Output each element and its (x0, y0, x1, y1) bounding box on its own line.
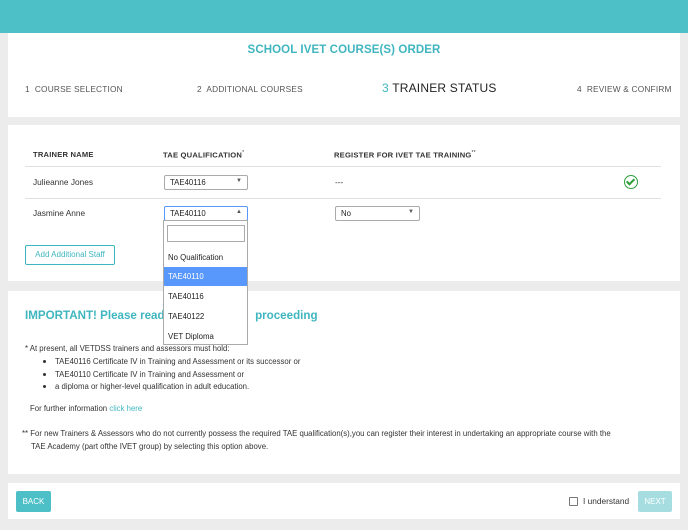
next-button[interactable]: NEXT (638, 491, 672, 512)
col-header-tae-qualification: TAE QUALIFICATION* (163, 150, 244, 160)
col-header-label: TAE QUALIFICATION (163, 150, 243, 160)
dropdown-option[interactable]: TAE40116 (164, 287, 247, 306)
select-value: TAE40116 (170, 178, 206, 187)
requirement-item: TAE40116 Certificate IV in Training and … (42, 357, 301, 366)
click-here-link[interactable]: click here (109, 404, 142, 413)
top-bar (0, 0, 688, 33)
tae-qualification-select[interactable]: TAE40110 ▲ (164, 206, 248, 221)
register-select[interactable]: No ▼ (335, 206, 420, 221)
trainer-name: Jasmine Anne (33, 208, 86, 218)
check-circle-icon (624, 175, 638, 189)
dropdown-option[interactable]: TAE40110 (164, 267, 247, 286)
trainer-table-card: TRAINER NAME TAE QUALIFICATION* REGISTER… (8, 125, 680, 281)
important-info-card: IMPORTANT! Please read proceeding * At p… (8, 291, 680, 474)
caret-up-icon: ▲ (236, 209, 242, 215)
tae-qualification-dropdown: No Qualification TAE40110 TAE40116 TAE40… (163, 220, 248, 345)
page-title: SCHOOL IVET COURSE(S) ORDER (247, 44, 441, 56)
understand-label[interactable]: I understand (583, 496, 629, 506)
footnote-mark: * (242, 150, 245, 156)
dropdown-search-input[interactable] (167, 225, 245, 242)
requirement-item: TAE40110 Certificate IV in Training and … (42, 370, 245, 379)
back-button[interactable]: BACK (16, 491, 51, 512)
step-number: 1 (25, 84, 30, 94)
dropdown-option[interactable]: TAE40122 (164, 307, 247, 326)
step-additional-courses[interactable]: 2 ADDITIONAL COURSES (197, 84, 303, 94)
step-label: ADDITIONAL COURSES (206, 84, 303, 94)
dropdown-option[interactable]: No Qualification (164, 248, 247, 267)
caret-down-icon: ▼ (408, 209, 414, 215)
important-title-start: IMPORTANT! Please read (25, 309, 165, 322)
step-label: TRAINER STATUS (392, 81, 497, 95)
register-value: --- (335, 177, 344, 187)
step-number: 3 (382, 81, 389, 95)
dropdown-option[interactable]: VET Diploma (164, 327, 247, 346)
requirement-item: a diploma or higher-level qualification … (42, 382, 250, 391)
select-value: No (341, 209, 351, 218)
col-header-label: REGISTER FOR IVET TAE TRAINING (334, 150, 472, 160)
add-additional-staff-button[interactable]: Add Additional Staff (25, 245, 115, 265)
select-value: TAE40110 (170, 209, 206, 218)
step-review-confirm[interactable]: 4 REVIEW & CONFIRM (577, 84, 672, 94)
footer-bar: BACK I understand NEXT (8, 483, 680, 519)
col-header-trainer-name: TRAINER NAME (33, 150, 94, 159)
further-info: For further information click here (30, 404, 142, 413)
step-number: 4 (577, 84, 582, 94)
step-trainer-status[interactable]: 3 TRAINER STATUS (382, 81, 497, 95)
divider (25, 198, 661, 199)
tae-qualification-select[interactable]: TAE40116 ▼ (164, 175, 248, 190)
step-label: REVIEW & CONFIRM (586, 84, 672, 94)
further-info-text: For further information (30, 404, 108, 413)
footnote-mark: ** (471, 150, 476, 156)
trainer-name: Julieanne Jones (33, 177, 93, 187)
col-header-register: REGISTER FOR IVET TAE TRAINING** (334, 150, 476, 160)
order-header-card: SCHOOL IVET COURSE(S) ORDER 1 COURSE SEL… (8, 33, 680, 117)
step-course-selection[interactable]: 1 COURSE SELECTION (25, 84, 123, 94)
divider (25, 166, 661, 167)
step-label: COURSE SELECTION (34, 84, 123, 94)
footnote-line: ** For new Trainers & Assessors who do n… (22, 429, 611, 438)
important-title-end: proceeding (255, 309, 318, 322)
caret-down-icon: ▼ (236, 178, 242, 184)
understand-checkbox[interactable] (569, 497, 578, 506)
step-number: 2 (197, 84, 202, 94)
footnote-line: TAE Academy (part ofthe IVET group) by s… (31, 442, 269, 451)
